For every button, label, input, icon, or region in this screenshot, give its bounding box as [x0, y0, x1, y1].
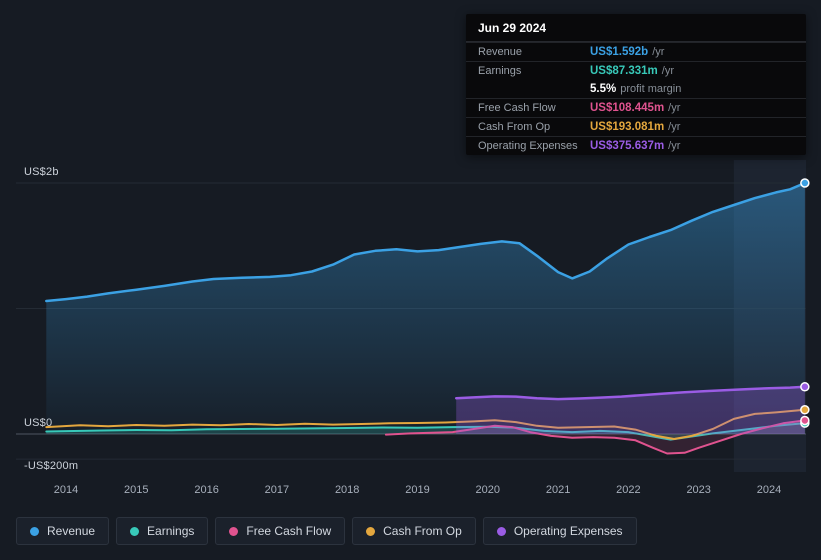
legend-dot-icon: [496, 526, 506, 536]
legend-item-label: Free Cash Flow: [246, 524, 332, 538]
tooltip-row-label: Free Cash Flow: [478, 102, 556, 114]
legend-item-label: Operating Expenses: [513, 524, 623, 538]
legend-dot-icon: [366, 526, 376, 536]
legend-item-operating-expenses[interactable]: Operating Expenses: [482, 517, 637, 545]
tooltip-rows: Revenue US$1.592b/yr Earnings US$87.331m/yr…: [466, 42, 806, 155]
series-end-dot: [800, 405, 810, 415]
tooltip-row-operating-expenses: Operating Expenses US$375.637m/yr: [466, 136, 806, 155]
tooltip-row-earnings: Earnings US$87.331m/yr: [466, 61, 806, 80]
tooltip-row-value: US$193.081m: [590, 121, 665, 133]
earnings-revenue-chart: US$2b US$0 -US$200m 2014 2015 2016 2017 2018 20…: [0, 0, 821, 560]
y-tick-label: US$2b: [24, 166, 59, 178]
tooltip-row-free-cash-flow: Free Cash Flow US$108.445m/yr: [466, 98, 806, 117]
tooltip-row-suffix: profit margin: [620, 83, 682, 95]
legend-item-label: Revenue: [47, 524, 96, 538]
chart-legend: Revenue Earnings Free Cash Flow Cash From O…: [16, 517, 637, 545]
legend-dot-icon: [30, 526, 39, 536]
legend-dot-icon: [130, 526, 140, 536]
x-tick-label: 2015: [124, 484, 149, 496]
legend-item-free-cash-flow[interactable]: Free Cash Flow: [215, 517, 346, 545]
tooltip-row-label: Earnings: [478, 65, 522, 77]
tooltip-row-value: US$375.637m: [590, 140, 665, 152]
tooltip-row-value: 5.5%: [590, 83, 617, 95]
series-end-dot: [800, 382, 810, 392]
legend-item-earnings[interactable]: Earnings: [116, 517, 209, 545]
x-tick-label: 2022: [616, 484, 641, 496]
legend-item-cash-from-op[interactable]: Cash From Op: [352, 517, 476, 545]
tooltip-row-suffix: /yr: [661, 65, 675, 77]
tooltip-row-suffix: /yr: [668, 121, 681, 133]
data-tooltip: Jun 29 2024 Revenue US$1.592b/yr Earnings U…: [466, 14, 806, 155]
tooltip-row-suffix: /yr: [652, 46, 665, 58]
legend-item-label: Earnings: [147, 524, 195, 538]
tooltip-row-profit-margin: 5.5% profit margin: [466, 80, 806, 98]
tooltip-row-suffix: /yr: [668, 102, 681, 114]
x-tick-label: 2020: [475, 484, 501, 496]
x-tick-label: 2024: [756, 484, 782, 496]
y-tick-label: US$0: [24, 417, 53, 429]
legend-item-label: Cash From Op: [383, 524, 462, 538]
x-tick-label: 2016: [194, 484, 219, 496]
x-tick-label: 2023: [686, 484, 711, 496]
tooltip-row-value: US$87.331m: [590, 65, 658, 77]
x-tick-label: 2021: [545, 484, 571, 496]
legend-dot-icon: [229, 526, 239, 536]
tooltip-row-label: Cash From Op: [478, 121, 551, 133]
tooltip-row-cash-from-op: Cash From Op US$193.081m/yr: [466, 117, 806, 136]
tooltip-row-label: Operating Expenses: [478, 140, 578, 152]
x-tick-label: 2019: [405, 484, 430, 496]
tooltip-row-revenue: Revenue US$1.592b/yr: [466, 42, 806, 61]
tooltip-row-label: Revenue: [478, 46, 523, 58]
series-end-dot: [800, 415, 810, 426]
tooltip-row-suffix: /yr: [668, 140, 681, 152]
x-tick-label: 2017: [264, 484, 290, 496]
tooltip-row-value: US$1.592b: [590, 46, 649, 58]
tooltip-date: Jun 29 2024: [466, 14, 806, 42]
y-tick-label: -US$200m: [24, 460, 79, 473]
tooltip-row-value: US$108.445m: [590, 102, 665, 114]
x-tick-label: 2018: [334, 484, 360, 496]
series-end-dot: [800, 178, 810, 188]
x-tick-label: 2014: [53, 484, 79, 496]
legend-item-revenue[interactable]: Revenue: [16, 517, 110, 545]
